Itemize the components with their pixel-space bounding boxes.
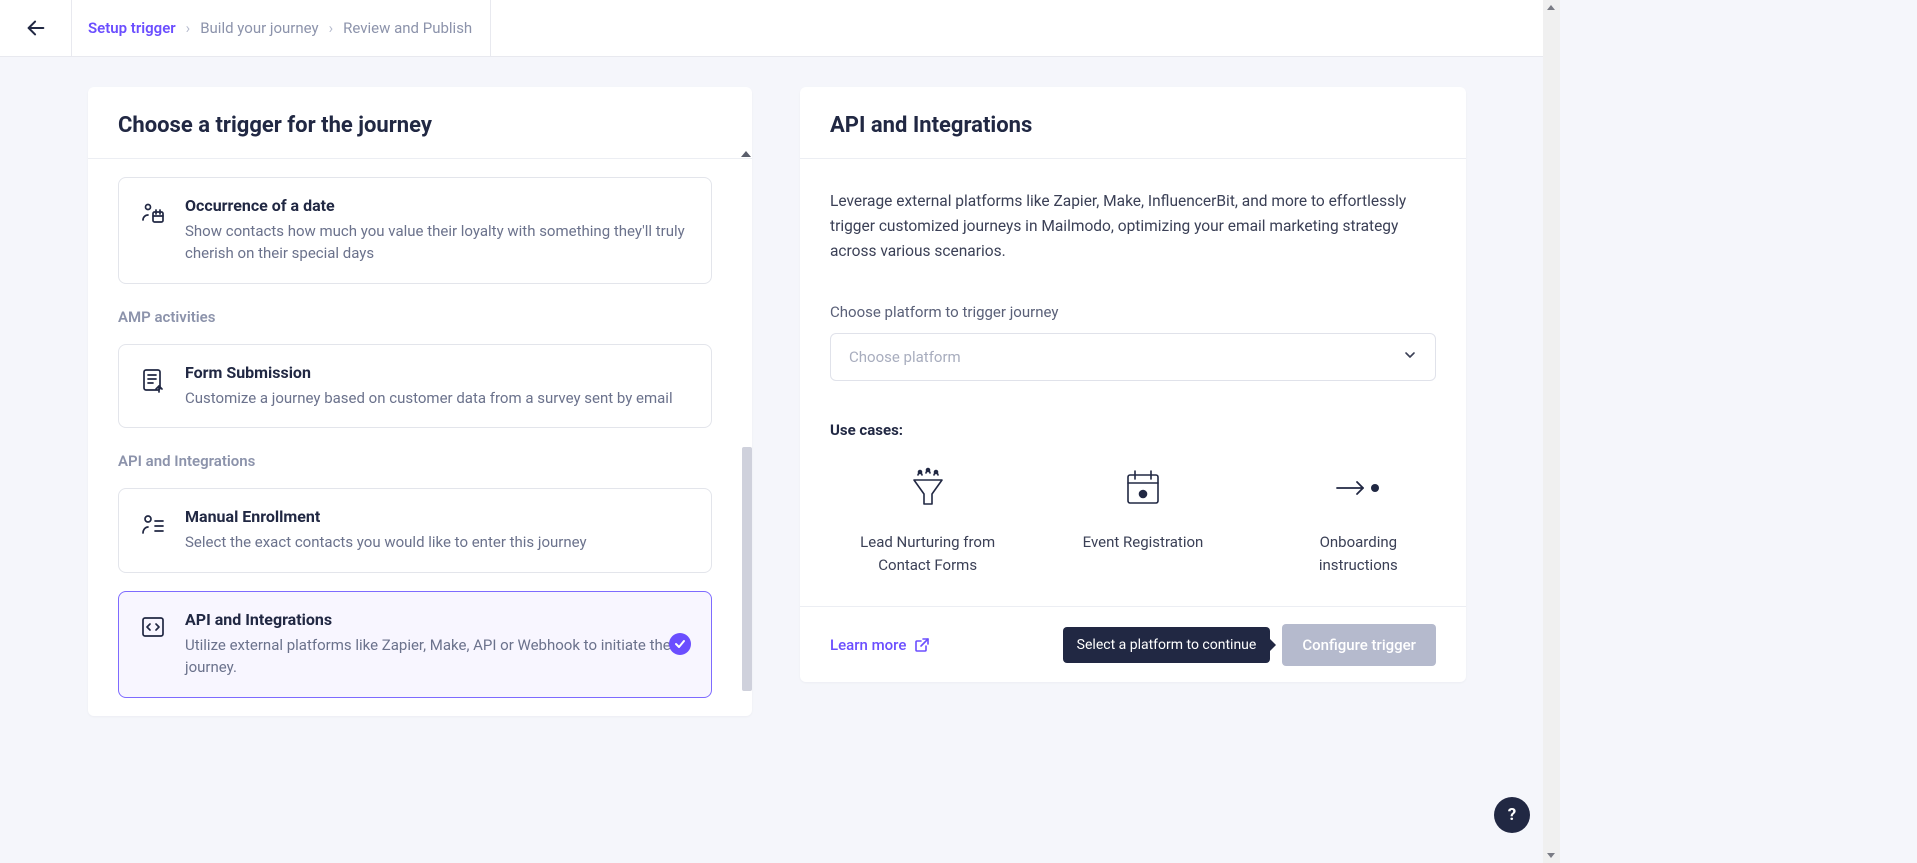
code-box-icon (139, 614, 167, 640)
use-case-label: Onboarding instructions (1281, 531, 1436, 576)
platform-select[interactable]: Choose platform (830, 333, 1436, 381)
chevron-right-icon: › (323, 19, 340, 37)
breadcrumb-step-review[interactable]: Review and Publish (339, 19, 476, 37)
use-cases-label: Use cases: (830, 421, 1436, 439)
learn-more-link[interactable]: Learn more (830, 636, 930, 654)
card-title: API and Integrations (185, 610, 691, 629)
trigger-card-api-integrations[interactable]: API and Integrations Utilize external pl… (118, 591, 712, 698)
top-header: Setup trigger › Build your journey › Rev… (0, 0, 1560, 57)
breadcrumb: Setup trigger › Build your journey › Rev… (72, 0, 491, 57)
configure-trigger-button[interactable]: Configure trigger (1282, 624, 1436, 666)
trigger-detail-panel: API and Integrations Leverage external p… (800, 87, 1466, 682)
chevron-down-icon (1403, 348, 1417, 366)
scrollbar-up-icon[interactable] (1547, 5, 1555, 10)
platform-tooltip: Select a platform to continue (1063, 627, 1271, 663)
card-desc: Utilize external platforms like Zapier, … (185, 635, 691, 679)
scrollbar-down-icon[interactable] (1547, 853, 1555, 858)
trigger-card-date[interactable]: Occurrence of a date Show contacts how m… (118, 177, 712, 284)
section-label-api: API and Integrations (118, 452, 712, 470)
back-button[interactable] (0, 0, 72, 57)
section-label-amp: AMP activities (118, 308, 712, 326)
use-case-onboarding: Onboarding instructions (1281, 463, 1436, 576)
card-desc: Show contacts how much you value their l… (185, 221, 691, 265)
use-case-label: Lead Nurturing from Contact Forms (850, 531, 1005, 576)
use-case-label: Event Registration (1083, 531, 1204, 554)
calendar-dot-icon (1122, 463, 1164, 513)
panel-title-right: API and Integrations (800, 87, 1466, 159)
card-desc: Customize a journey based on customer da… (185, 388, 691, 410)
card-title: Manual Enrollment (185, 507, 691, 526)
arrow-dot-icon (1333, 463, 1383, 513)
trigger-list-panel: Choose a trigger for the journey (88, 87, 752, 716)
trigger-card-manual[interactable]: Manual Enrollment Select the exact conta… (118, 488, 712, 573)
platform-field-label: Choose platform to trigger journey (830, 303, 1436, 321)
arrow-left-icon (25, 17, 47, 39)
breadcrumb-step-setup[interactable]: Setup trigger (84, 19, 180, 37)
person-calendar-icon (139, 200, 167, 228)
scrollbar-thumb[interactable] (742, 447, 752, 691)
panel-title-left: Choose a trigger for the journey (88, 87, 752, 159)
learn-more-label: Learn more (830, 636, 906, 654)
checkmark-icon (669, 633, 691, 655)
external-link-icon (914, 637, 930, 653)
platform-placeholder: Choose platform (849, 348, 961, 366)
form-upload-icon (139, 367, 167, 393)
chevron-right-icon: › (180, 19, 197, 37)
funnel-people-icon (906, 463, 950, 513)
card-title: Form Submission (185, 363, 691, 382)
use-case-event-registration: Event Registration (1065, 463, 1220, 576)
help-button[interactable]: ? (1494, 797, 1530, 833)
card-desc: Select the exact contacts you would like… (185, 532, 691, 554)
person-list-icon (139, 511, 167, 539)
breadcrumb-step-build[interactable]: Build your journey (196, 19, 322, 37)
left-scrollbar[interactable] (742, 151, 752, 691)
card-title: Occurrence of a date (185, 196, 691, 215)
trigger-description: Leverage external platforms like Zapier,… (830, 189, 1436, 263)
scrollbar-up-icon[interactable] (741, 151, 751, 157)
page-scrollbar[interactable] (1543, 0, 1560, 863)
use-case-lead-nurturing: Lead Nurturing from Contact Forms (850, 463, 1005, 576)
trigger-card-form[interactable]: Form Submission Customize a journey base… (118, 344, 712, 429)
